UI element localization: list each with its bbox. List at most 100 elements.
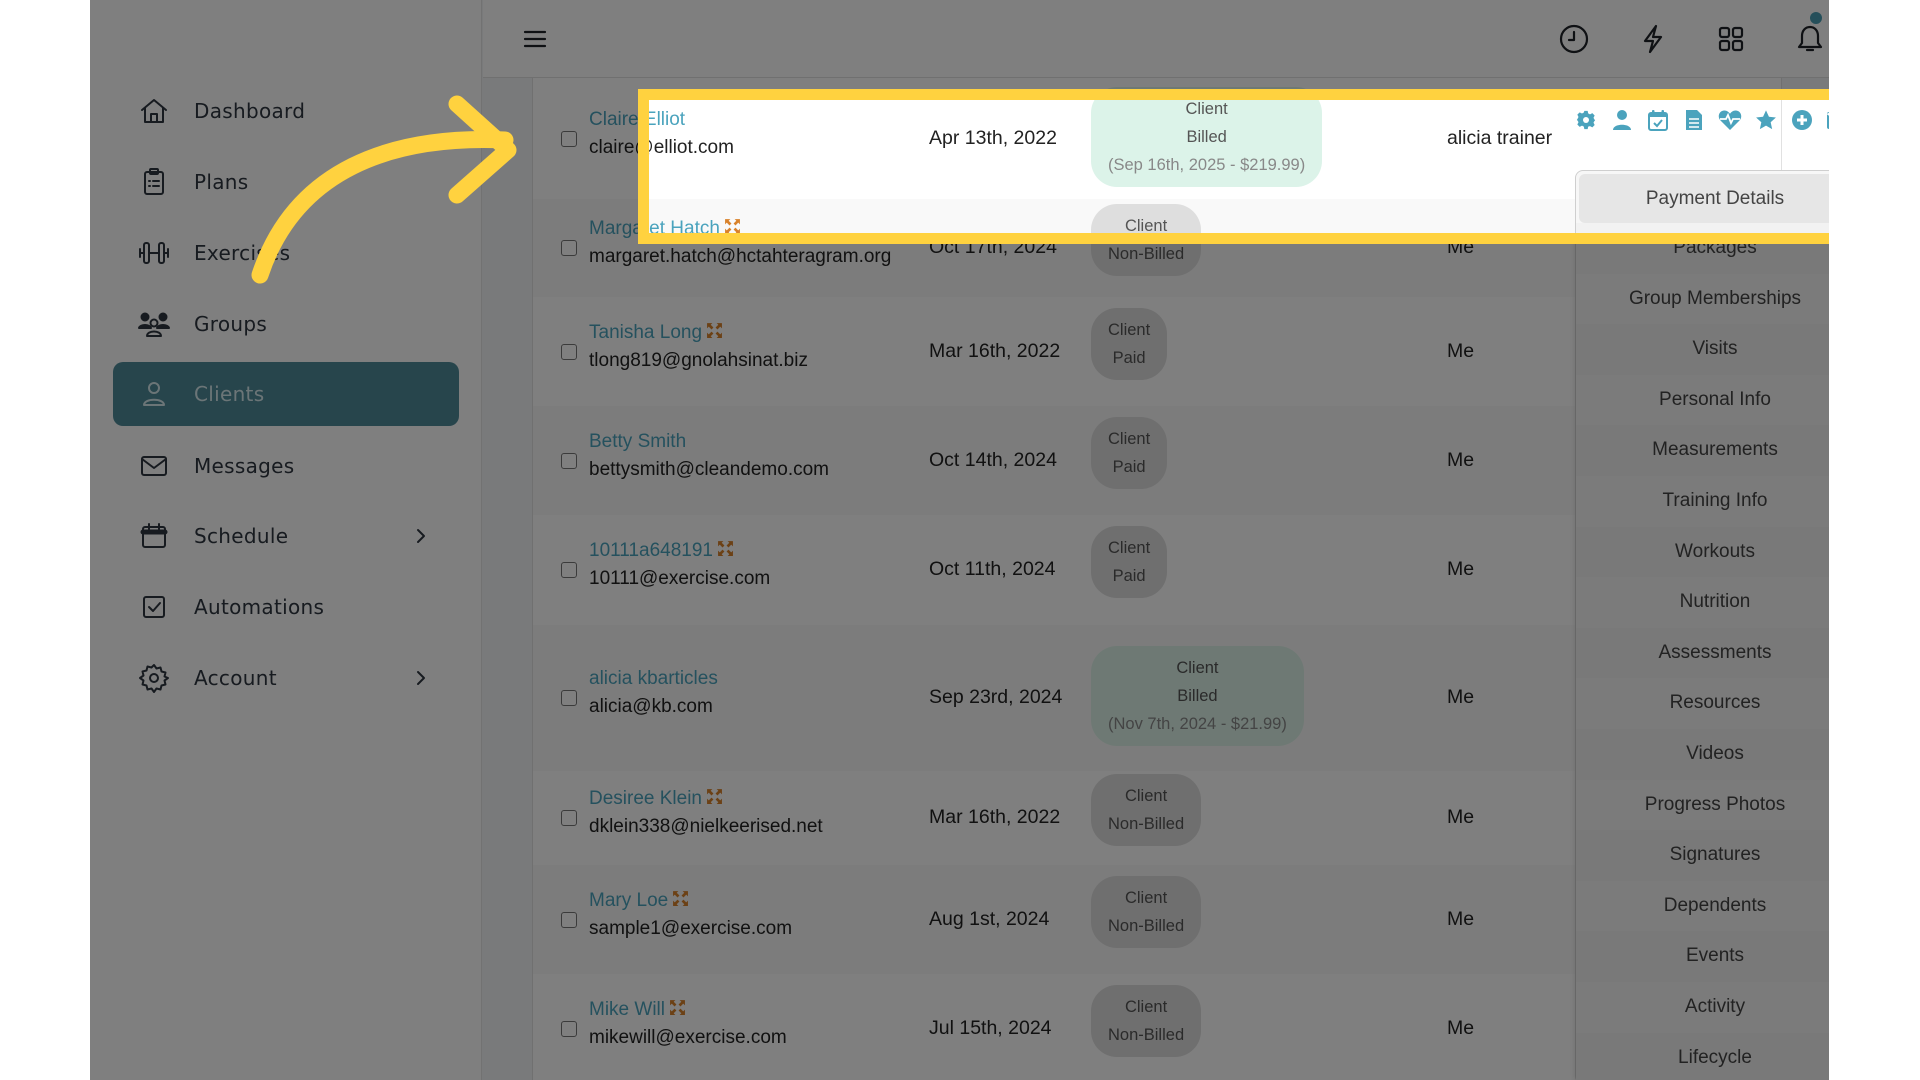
- gear-icon: [1574, 108, 1598, 132]
- status-billing: Billed: [1186, 128, 1227, 146]
- status-billing: Paid: [1112, 349, 1146, 367]
- sidebar-item-label: Automations: [194, 595, 325, 619]
- client-name-link[interactable]: Desiree Klein: [589, 788, 723, 810]
- row-checkbox[interactable]: [561, 690, 577, 706]
- client-name-link[interactable]: Tanisha Long: [589, 322, 723, 344]
- sidebar-item-label: Plans: [194, 170, 249, 194]
- menu-item-visits[interactable]: Visits: [1576, 324, 1829, 375]
- sidebar-item-account[interactable]: Account: [113, 646, 459, 710]
- expand-arrows-icon[interactable]: [672, 890, 689, 907]
- sidebar-item-groups[interactable]: Groups: [113, 292, 459, 356]
- row-checkbox[interactable]: [561, 912, 577, 928]
- chevron-right-icon: [409, 666, 433, 690]
- client-date: Oct 11th, 2024: [929, 558, 1056, 580]
- chevron-right-icon: [417, 529, 425, 543]
- menu-item-packages: Packages: [1576, 223, 1829, 236]
- client-trainer: Me: [1447, 236, 1475, 258]
- apps-button[interactable]: [1711, 19, 1751, 59]
- sidebar-item-messages[interactable]: Messages: [113, 434, 459, 498]
- status-badge: Client Non-Billed: [1091, 985, 1202, 1057]
- sidebar-item-plans[interactable]: Plans: [113, 150, 459, 214]
- row-checkbox[interactable]: [561, 810, 577, 826]
- row-checkbox[interactable]: [561, 131, 577, 147]
- menu-item-events[interactable]: Events: [1576, 931, 1829, 982]
- menu-item-personal-info[interactable]: Personal Info: [1576, 375, 1829, 426]
- status-badge: Client Paid: [1091, 526, 1168, 598]
- expand-arrows-icon[interactable]: [706, 322, 723, 339]
- bell-icon: [1797, 25, 1823, 52]
- client-name-link[interactable]: alicia kbarticles: [589, 668, 718, 690]
- heartbeat-icon: [1718, 108, 1742, 132]
- sidebar-item-label: Dashboard: [194, 99, 306, 123]
- client-name-link[interactable]: Mike Will: [589, 999, 686, 1021]
- client-email: mikewill@exercise.com: [589, 1027, 787, 1048]
- mail-icon: [136, 448, 172, 484]
- status-billing: Paid: [1112, 567, 1146, 585]
- chevron-right-icon: [409, 524, 433, 548]
- gear-icon: [136, 660, 172, 696]
- client-name-link[interactable]: Betty Smith: [589, 431, 686, 453]
- menu-item-group-memberships[interactable]: Group Memberships: [1576, 274, 1829, 325]
- status-type: Client: [1124, 787, 1168, 805]
- recent-activity-button[interactable]: [1554, 19, 1594, 59]
- star-icon: [1754, 108, 1778, 132]
- status-type: Client: [1108, 321, 1151, 339]
- row-checkbox[interactable]: [561, 562, 577, 578]
- menu-item-measurements[interactable]: Measurements: [1576, 425, 1829, 476]
- sidebar-item-dashboard[interactable]: Dashboard: [113, 79, 459, 143]
- document-icon: [1682, 108, 1706, 132]
- sidebar-item-schedule[interactable]: Schedule: [113, 504, 459, 568]
- menu-item-signatures[interactable]: Signatures: [1576, 830, 1829, 881]
- status-type: Client: [1124, 217, 1168, 235]
- status-billing: Paid: [1112, 458, 1146, 476]
- expand-arrows-icon[interactable]: [669, 999, 686, 1016]
- menu-item-activity[interactable]: Activity: [1576, 982, 1829, 1033]
- client-date: Mar 16th, 2022: [929, 806, 1061, 828]
- expand-arrows-icon[interactable]: [706, 788, 723, 805]
- row-checkbox[interactable]: [561, 240, 577, 256]
- menu-item-progress-photos[interactable]: Progress Photos: [1576, 780, 1829, 831]
- client-name-link[interactable]: 10111a648191: [589, 540, 734, 562]
- menu-item-resources[interactable]: Resources: [1576, 678, 1829, 729]
- row-checkbox[interactable]: [561, 344, 577, 360]
- menu-item-workouts[interactable]: Workouts: [1576, 526, 1829, 578]
- sidebar-item-label: Schedule: [194, 524, 289, 548]
- menu-item-videos[interactable]: Videos: [1576, 728, 1829, 780]
- apps-grid-icon: [1718, 26, 1744, 52]
- expand-arrows-icon[interactable]: [717, 540, 734, 557]
- plus-circle-icon: [1790, 108, 1814, 132]
- status-billing: Non-Billed: [1108, 917, 1185, 935]
- client-trainer: Me: [1447, 449, 1475, 471]
- client-name-link: Claire Elliot: [648, 109, 686, 130]
- client-name-link[interactable]: Mary Loe: [589, 890, 689, 912]
- row-checkbox[interactable]: [561, 1021, 577, 1037]
- status-badge: Client Paid: [1091, 417, 1168, 489]
- client-email: margaret.hatch@hctahteragram.org: [589, 246, 892, 267]
- envelope-icon: [1826, 108, 1829, 132]
- expand-arrows-icon: [724, 218, 741, 235]
- menu-item-training-info[interactable]: Training Info: [1576, 476, 1829, 527]
- menu-toggle-button[interactable]: [515, 19, 555, 59]
- sidebar-item-automations[interactable]: Automations: [113, 575, 459, 639]
- sidebar-item-clients[interactable]: Clients: [113, 362, 459, 426]
- menu-item-payment-details: Payment Details: [1579, 174, 1829, 223]
- status-type: Client: [1185, 100, 1228, 118]
- sidebar-item-label: Clients: [194, 382, 265, 406]
- highlighted-row-spotlight: DashboardPlansExercisesGroupsClientsMess…: [648, 98, 1829, 236]
- menu-item-nutrition[interactable]: Nutrition: [1576, 577, 1829, 628]
- status-type: Client: [1108, 539, 1151, 557]
- calendar-icon: [136, 518, 172, 554]
- sidebar-item-label: Exercises: [194, 241, 291, 265]
- app-window: Dashboard Plans Exercises Groups Clients Mess…: [90, 0, 1829, 1080]
- status-badge: Client Paid: [1091, 308, 1168, 380]
- dumbbell-icon: [136, 235, 172, 271]
- status-type: Client: [1108, 430, 1151, 448]
- quick-actions-button[interactable]: [1633, 19, 1673, 59]
- sidebar-item-exercises[interactable]: Exercises: [113, 221, 459, 285]
- row-checkbox[interactable]: [561, 453, 577, 469]
- client-trainer: Me: [1447, 1017, 1475, 1039]
- menu-item-assessments[interactable]: Assessments: [1576, 627, 1829, 679]
- menu-item-lifecycle[interactable]: Lifecycle: [1576, 1032, 1829, 1080]
- menu-item-dependents[interactable]: Dependents: [1576, 881, 1829, 932]
- notifications-button[interactable]: [1790, 19, 1829, 59]
